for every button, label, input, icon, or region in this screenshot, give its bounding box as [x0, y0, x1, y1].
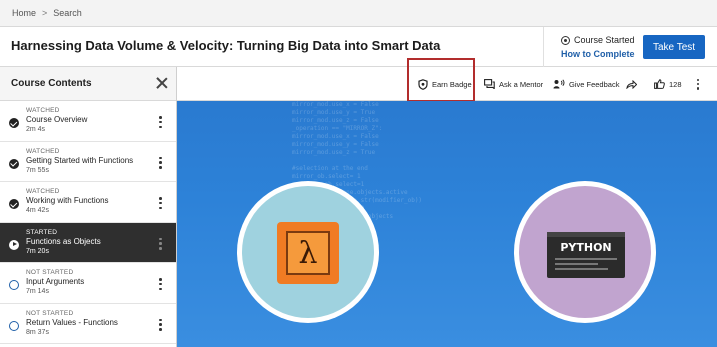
lambda-symbol: λ	[286, 231, 330, 275]
chat-icon	[484, 79, 495, 89]
more-options-icon[interactable]	[159, 278, 162, 290]
breadcrumb-current[interactable]: Search	[53, 8, 82, 18]
python-label: PYTHON	[560, 241, 612, 254]
give-feedback-button[interactable]: Give Feedback	[553, 67, 619, 101]
more-options-icon[interactable]	[159, 116, 162, 128]
item-name: Return Values - Functions	[26, 317, 118, 327]
play-icon	[9, 239, 19, 250]
item-status: STARTED	[26, 228, 58, 236]
item-duration: 4m 42s	[26, 207, 49, 214]
status-icon	[561, 35, 570, 45]
earn-badge-highlight	[407, 58, 475, 102]
share-button[interactable]	[626, 67, 641, 101]
checkmark-icon	[9, 199, 19, 209]
how-to-complete-link[interactable]: How to Complete	[561, 49, 635, 59]
ask-mentor-button[interactable]: Ask a Mentor	[484, 67, 543, 101]
item-name: Input Arguments	[26, 277, 85, 286]
item-status: WATCHED	[26, 147, 60, 155]
course-status: Course Started How to Complete	[561, 35, 635, 59]
item-status: NOT STARTED	[26, 309, 74, 317]
item-name: Working with Functions	[26, 196, 109, 205]
item-duration: 7m 55s	[26, 166, 49, 174]
header-divider	[543, 27, 544, 67]
course-status-label: Course Started	[574, 35, 635, 45]
item-duration: 7m 14s	[26, 288, 49, 295]
item-duration: 8m 37s	[26, 328, 49, 336]
give-feedback-label: Give Feedback	[569, 79, 620, 89]
feedback-person-icon	[553, 79, 565, 89]
course-header: Harnessing Data Volume & Velocity: Turni…	[0, 27, 717, 67]
item-name: Course Overview	[26, 115, 88, 124]
item-status: WATCHED	[26, 107, 60, 114]
more-vertical-icon	[696, 78, 700, 90]
breadcrumb: Home > Search	[0, 0, 717, 27]
list-item[interactable]: NOT STARTED Return Values - Functions 8m…	[0, 304, 176, 344]
sidebar-title: Course Contents	[11, 78, 92, 89]
item-status: NOT STARTED	[26, 269, 74, 276]
python-thumbnail: PYTHON	[514, 181, 656, 323]
list-item[interactable]: WATCHED Getting Started with Functions 7…	[0, 142, 176, 182]
item-status: WATCHED	[26, 188, 60, 195]
checkmark-icon	[9, 118, 19, 128]
like-button[interactable]: 128	[654, 67, 682, 101]
more-options-icon[interactable]	[159, 197, 162, 209]
ask-mentor-label: Ask a Mentor	[499, 79, 544, 89]
list-item-active[interactable]: STARTED Functions as Objects 7m 20s	[0, 222, 176, 263]
list-item[interactable]: WATCHED Course Overview 2m 4s	[0, 101, 176, 142]
checkmark-icon	[9, 158, 19, 169]
item-name: Functions as Objects	[26, 236, 101, 246]
video-player[interactable]: mirror_mod.use_x = False mirror_mod.use_…	[177, 101, 717, 347]
lambda-thumbnail: λ	[237, 181, 379, 323]
sidebar-header: Course Contents	[0, 67, 176, 101]
breadcrumb-home[interactable]: Home	[12, 8, 36, 18]
not-started-circle-icon	[9, 280, 19, 290]
thumbs-up-icon	[654, 79, 665, 89]
course-contents-sidebar: Course Contents WATCHED Course Overview …	[0, 67, 177, 347]
likes-count: 128	[669, 79, 682, 89]
list-item[interactable]: WATCHED Working with Functions 4m 42s	[0, 182, 176, 223]
more-options-icon[interactable]	[159, 237, 162, 250]
more-menu-button[interactable]	[694, 67, 702, 101]
item-duration: 7m 20s	[26, 247, 49, 255]
not-started-circle-icon	[9, 320, 19, 331]
list-item[interactable]: NOT STARTED Input Arguments 7m 14s	[0, 263, 176, 304]
share-arrow-icon	[626, 79, 637, 89]
take-test-button[interactable]: Take Test	[643, 35, 705, 59]
close-icon[interactable]	[156, 77, 168, 89]
more-options-icon[interactable]	[159, 156, 162, 169]
breadcrumb-separator: >	[42, 8, 48, 18]
python-terminal-icon: PYTHON	[547, 232, 625, 278]
item-name: Getting Started with Functions	[26, 155, 134, 165]
course-title: Harnessing Data Volume & Velocity: Turni…	[11, 38, 441, 53]
item-duration: 2m 4s	[26, 126, 46, 133]
lambda-icon: λ	[277, 222, 339, 284]
more-options-icon[interactable]	[159, 318, 162, 331]
